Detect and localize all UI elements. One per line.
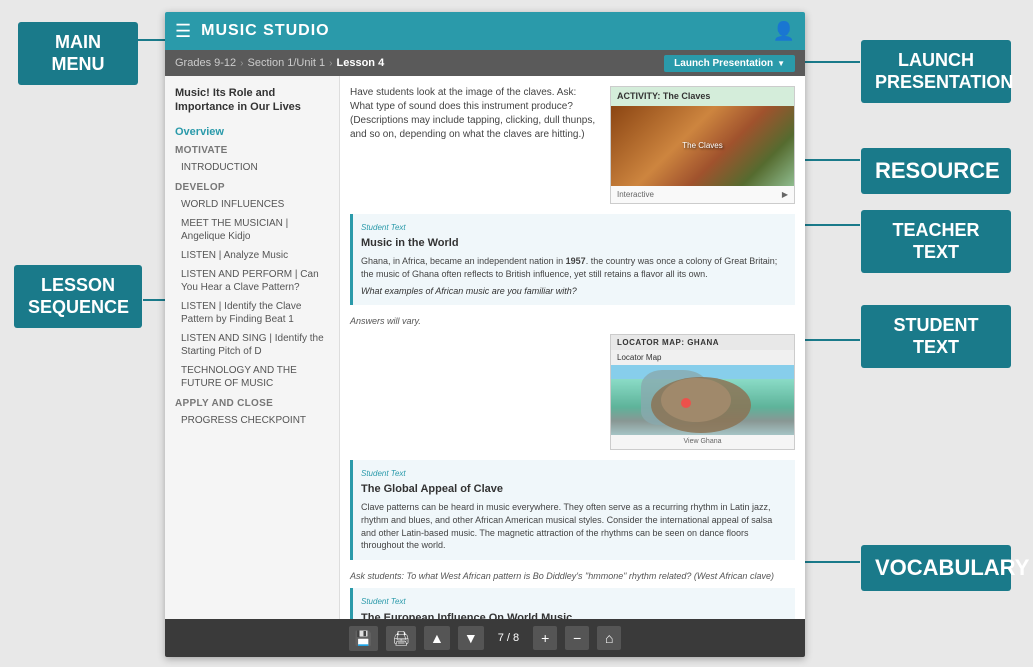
breadcrumb-sep1: › [240,58,243,69]
sidebar-overview-link[interactable]: Overview [165,121,339,140]
activity-interactive-label: Interactive [617,189,654,200]
sidebar-apply-header: Apply and Close [165,393,339,411]
locator-map-header: LOCATOR MAP: Ghana [611,335,794,350]
save-button[interactable]: 💾 [349,626,378,651]
lesson-sequence-label: LESSON SEQUENCE [14,265,142,328]
main-content: Music! Its Role and Importance in Our Li… [165,76,805,619]
sidebar-item-listen-sing[interactable]: LISTEN AND SING | Identify the Starting … [165,329,339,361]
activity-play-icon[interactable]: ▶ [782,189,788,200]
app-container: ☰ MUSiC STUDiO 👤 Grades 9-12 › Section 1… [165,12,805,657]
student-text-block-2: Student Text The Global Appeal of Clave … [350,460,795,560]
breadcrumb-bar: Grades 9-12 › Section 1/Unit 1 › Lesson … [165,50,805,76]
sidebar-develop-header: Develop [165,177,339,195]
activity-image-label: The Claves [682,140,722,151]
activity-box: ACTIVITY: The Claves The Claves Interact… [610,86,795,204]
student-body-1: Ghana, in Africa, became an independent … [361,255,787,280]
student-label-3: Student Text [361,596,787,607]
teacher-note-2: Ask students: To what West African patte… [350,570,795,583]
user-icon[interactable]: 👤 [773,21,795,42]
teacher-note-1: Answers will vary. [350,315,795,328]
sidebar-item-meet-musician[interactable]: MEET THE MUSICIAN | Angelique Kidjo [165,214,339,246]
map-svg [611,365,794,435]
app-title: MUSiC STUDiO [201,22,329,40]
zoom-in-button[interactable]: + [533,626,557,650]
print-button[interactable]: 🖨 [386,626,416,651]
launch-presentation-button[interactable]: Launch Presentation [664,55,795,72]
breadcrumb-lesson[interactable]: Lesson 4 [337,57,385,69]
breadcrumb-grades[interactable]: Grades 9-12 [175,57,236,69]
locator-map-subtitle: Locator Map [611,350,794,365]
student-title-3: The European Influence On World Music [361,611,787,619]
zoom-out-button[interactable]: − [565,626,589,650]
sidebar-item-listen-identify[interactable]: LISTEN | Identify the Clave Pattern by F… [165,297,339,329]
student-title-2: The Global Appeal of Clave [361,482,787,497]
student-text-label: STUDENT TEXT [861,305,1011,368]
student-text-block-3: Student Text The European Influence On W… [350,588,795,619]
lesson-title: Music! Its Role and Importance in Our Li… [165,76,339,121]
activity-image: The Claves [611,106,794,186]
sidebar-item-progress[interactable]: PROGRESS CHECKPOINT [165,411,339,430]
top-bar: ☰ MUSiC STUDiO 👤 [165,12,805,50]
resource-label: RESOURCE [861,148,1011,194]
sidebar: Music! Its Role and Importance in Our Li… [165,76,340,619]
activity-header: ACTIVITY: The Claves [611,87,794,106]
content-area[interactable]: ACTIVITY: The Claves The Claves Interact… [340,76,805,619]
sidebar-item-technology[interactable]: TECHNOLOGY AND THE FUTURE OF MUSIC [165,361,339,393]
sidebar-item-listen-perform[interactable]: LISTEN AND PERFORM | Can You Hear a Clav… [165,265,339,297]
breadcrumb-sep2: › [329,58,332,69]
locator-map-image [611,365,794,435]
locator-map-box: LOCATOR MAP: Ghana Locator Map View Ghan… [610,334,795,450]
sidebar-motivate-header: Motivate [165,140,339,158]
student-body-2: Clave patterns can be heard in music eve… [361,501,787,551]
sidebar-item-world-influences[interactable]: WORLD INFLUENCES [165,195,339,214]
student-label-1: Student Text [361,222,787,233]
activity-footer: Interactive ▶ [611,186,794,203]
vocabulary-label: VOCABULARY [861,545,1011,591]
home-button[interactable]: ⌂ [597,626,621,650]
locator-map-footer[interactable]: View Ghana [611,435,794,449]
teacher-text-label: TEACHER TEXT [861,210,1011,273]
student-question-1: What examples of African music are you f… [361,285,787,298]
student-label-2: Student Text [361,468,787,479]
sidebar-item-listen-analyze[interactable]: LISTEN | Analyze Music [165,246,339,265]
breadcrumb-section[interactable]: Section 1/Unit 1 [248,57,326,69]
student-title-1: Music in the World [361,236,787,251]
page-info: 7 / 8 [492,632,525,644]
student-text-block-1: Student Text Music in the World Ghana, i… [350,214,795,305]
main-menu-label: MAIN MENU [18,22,138,85]
scroll-down-button[interactable]: ▼ [458,626,484,650]
sidebar-item-introduction[interactable]: INTRODUCTION [165,158,339,177]
launch-presentation-label: LAUNCH PRESENTATION [861,40,1011,103]
bottom-toolbar: 💾 🖨 ▲ ▼ 7 / 8 + − ⌂ [165,619,805,657]
scroll-up-button[interactable]: ▲ [424,626,450,650]
hamburger-menu-button[interactable]: ☰ [175,21,191,42]
